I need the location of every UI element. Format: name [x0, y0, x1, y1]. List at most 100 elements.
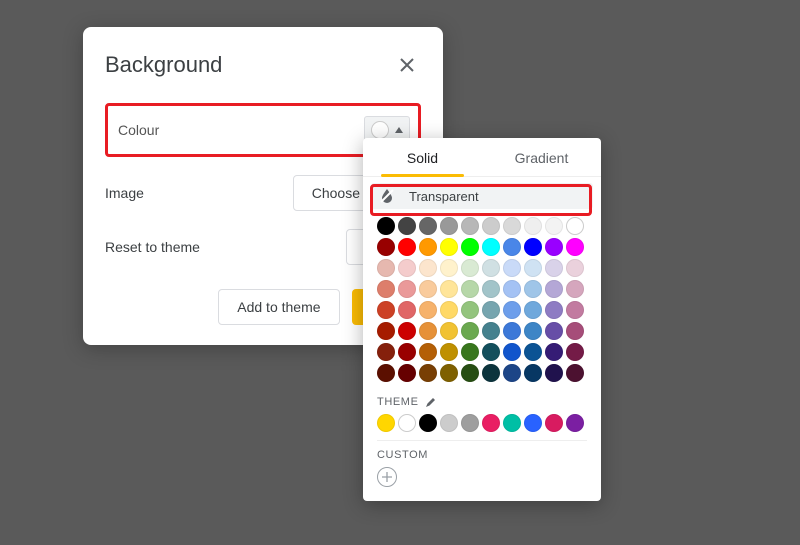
colour-swatch[interactable] — [566, 280, 584, 298]
colour-swatch[interactable] — [482, 301, 500, 319]
colour-swatch[interactable] — [419, 322, 437, 340]
colour-swatch[interactable] — [377, 343, 395, 361]
add-custom-colour-button[interactable] — [377, 467, 397, 487]
colour-swatch[interactable] — [419, 301, 437, 319]
theme-colour-swatch[interactable] — [524, 414, 542, 432]
colour-swatch[interactable] — [482, 259, 500, 277]
colour-swatch[interactable] — [440, 259, 458, 277]
colour-swatch[interactable] — [461, 217, 479, 235]
colour-swatch[interactable] — [419, 280, 437, 298]
colour-swatch[interactable] — [461, 280, 479, 298]
colour-swatch[interactable] — [440, 280, 458, 298]
colour-swatch[interactable] — [419, 217, 437, 235]
theme-colour-swatch[interactable] — [440, 414, 458, 432]
colour-swatch[interactable] — [461, 364, 479, 382]
colour-swatch[interactable] — [377, 217, 395, 235]
colour-swatch[interactable] — [545, 364, 563, 382]
transparent-option[interactable]: Transparent — [371, 183, 593, 209]
colour-swatch[interactable] — [482, 280, 500, 298]
colour-swatch[interactable] — [545, 280, 563, 298]
colour-swatch[interactable] — [377, 238, 395, 256]
colour-swatch[interactable] — [524, 259, 542, 277]
colour-swatch[interactable] — [482, 238, 500, 256]
theme-colour-swatch[interactable] — [545, 414, 563, 432]
colour-swatch[interactable] — [503, 364, 521, 382]
tab-solid[interactable]: Solid — [363, 138, 482, 176]
colour-swatch[interactable] — [545, 259, 563, 277]
colour-swatch[interactable] — [545, 343, 563, 361]
colour-swatch[interactable] — [566, 364, 584, 382]
theme-colour-swatch[interactable] — [419, 414, 437, 432]
colour-swatch[interactable] — [545, 217, 563, 235]
colour-swatch[interactable] — [440, 322, 458, 340]
colour-swatch[interactable] — [503, 238, 521, 256]
theme-colour-swatch[interactable] — [377, 414, 395, 432]
colour-swatch[interactable] — [398, 322, 416, 340]
colour-swatch[interactable] — [398, 217, 416, 235]
colour-swatch[interactable] — [398, 280, 416, 298]
theme-colour-swatch[interactable] — [398, 414, 416, 432]
colour-swatch[interactable] — [566, 301, 584, 319]
theme-colour-swatch[interactable] — [461, 414, 479, 432]
tab-gradient[interactable]: Gradient — [482, 138, 601, 176]
colour-swatch[interactable] — [377, 259, 395, 277]
colour-swatch[interactable] — [503, 217, 521, 235]
colour-swatch[interactable] — [419, 343, 437, 361]
colour-swatch[interactable] — [440, 343, 458, 361]
colour-swatch[interactable] — [398, 301, 416, 319]
colour-swatch[interactable] — [524, 301, 542, 319]
divider — [377, 440, 587, 441]
colour-swatch[interactable] — [440, 364, 458, 382]
current-colour-swatch — [371, 121, 389, 139]
colour-swatch[interactable] — [440, 217, 458, 235]
colour-swatch[interactable] — [461, 238, 479, 256]
colour-swatch[interactable] — [440, 238, 458, 256]
colour-swatch[interactable] — [524, 343, 542, 361]
colour-swatch[interactable] — [461, 259, 479, 277]
theme-colour-swatch[interactable] — [482, 414, 500, 432]
colour-swatch[interactable] — [398, 364, 416, 382]
colour-swatch[interactable] — [461, 301, 479, 319]
colour-swatch[interactable] — [419, 238, 437, 256]
colour-swatch[interactable] — [398, 343, 416, 361]
colour-swatch[interactable] — [377, 280, 395, 298]
colour-swatch[interactable] — [461, 322, 479, 340]
colour-swatch[interactable] — [482, 217, 500, 235]
colour-swatch[interactable] — [482, 322, 500, 340]
colour-swatch[interactable] — [566, 259, 584, 277]
theme-colour-swatch[interactable] — [503, 414, 521, 432]
colour-swatch[interactable] — [545, 322, 563, 340]
colour-swatch[interactable] — [566, 322, 584, 340]
colour-swatch[interactable] — [524, 364, 542, 382]
colour-swatch[interactable] — [566, 217, 584, 235]
colour-swatch[interactable] — [545, 301, 563, 319]
colour-swatch[interactable] — [503, 322, 521, 340]
close-button[interactable] — [393, 51, 421, 79]
colour-swatch[interactable] — [377, 322, 395, 340]
colour-swatch[interactable] — [419, 364, 437, 382]
colour-swatch[interactable] — [524, 280, 542, 298]
colour-swatch[interactable] — [482, 364, 500, 382]
colour-swatch[interactable] — [461, 343, 479, 361]
standard-colour-grid — [363, 217, 601, 382]
colour-swatch[interactable] — [503, 301, 521, 319]
colour-swatch[interactable] — [503, 259, 521, 277]
colour-swatch[interactable] — [440, 301, 458, 319]
colour-swatch[interactable] — [398, 259, 416, 277]
colour-swatch[interactable] — [482, 343, 500, 361]
colour-swatch[interactable] — [398, 238, 416, 256]
colour-swatch[interactable] — [545, 238, 563, 256]
colour-swatch[interactable] — [503, 280, 521, 298]
colour-swatch[interactable] — [524, 322, 542, 340]
colour-swatch[interactable] — [377, 301, 395, 319]
colour-swatch[interactable] — [566, 238, 584, 256]
colour-swatch[interactable] — [524, 238, 542, 256]
colour-swatch[interactable] — [503, 343, 521, 361]
pencil-icon[interactable] — [425, 396, 437, 408]
colour-swatch[interactable] — [419, 259, 437, 277]
colour-swatch[interactable] — [566, 343, 584, 361]
add-to-theme-button[interactable]: Add to theme — [218, 289, 339, 325]
theme-colour-swatch[interactable] — [566, 414, 584, 432]
colour-swatch[interactable] — [377, 364, 395, 382]
colour-swatch[interactable] — [524, 217, 542, 235]
